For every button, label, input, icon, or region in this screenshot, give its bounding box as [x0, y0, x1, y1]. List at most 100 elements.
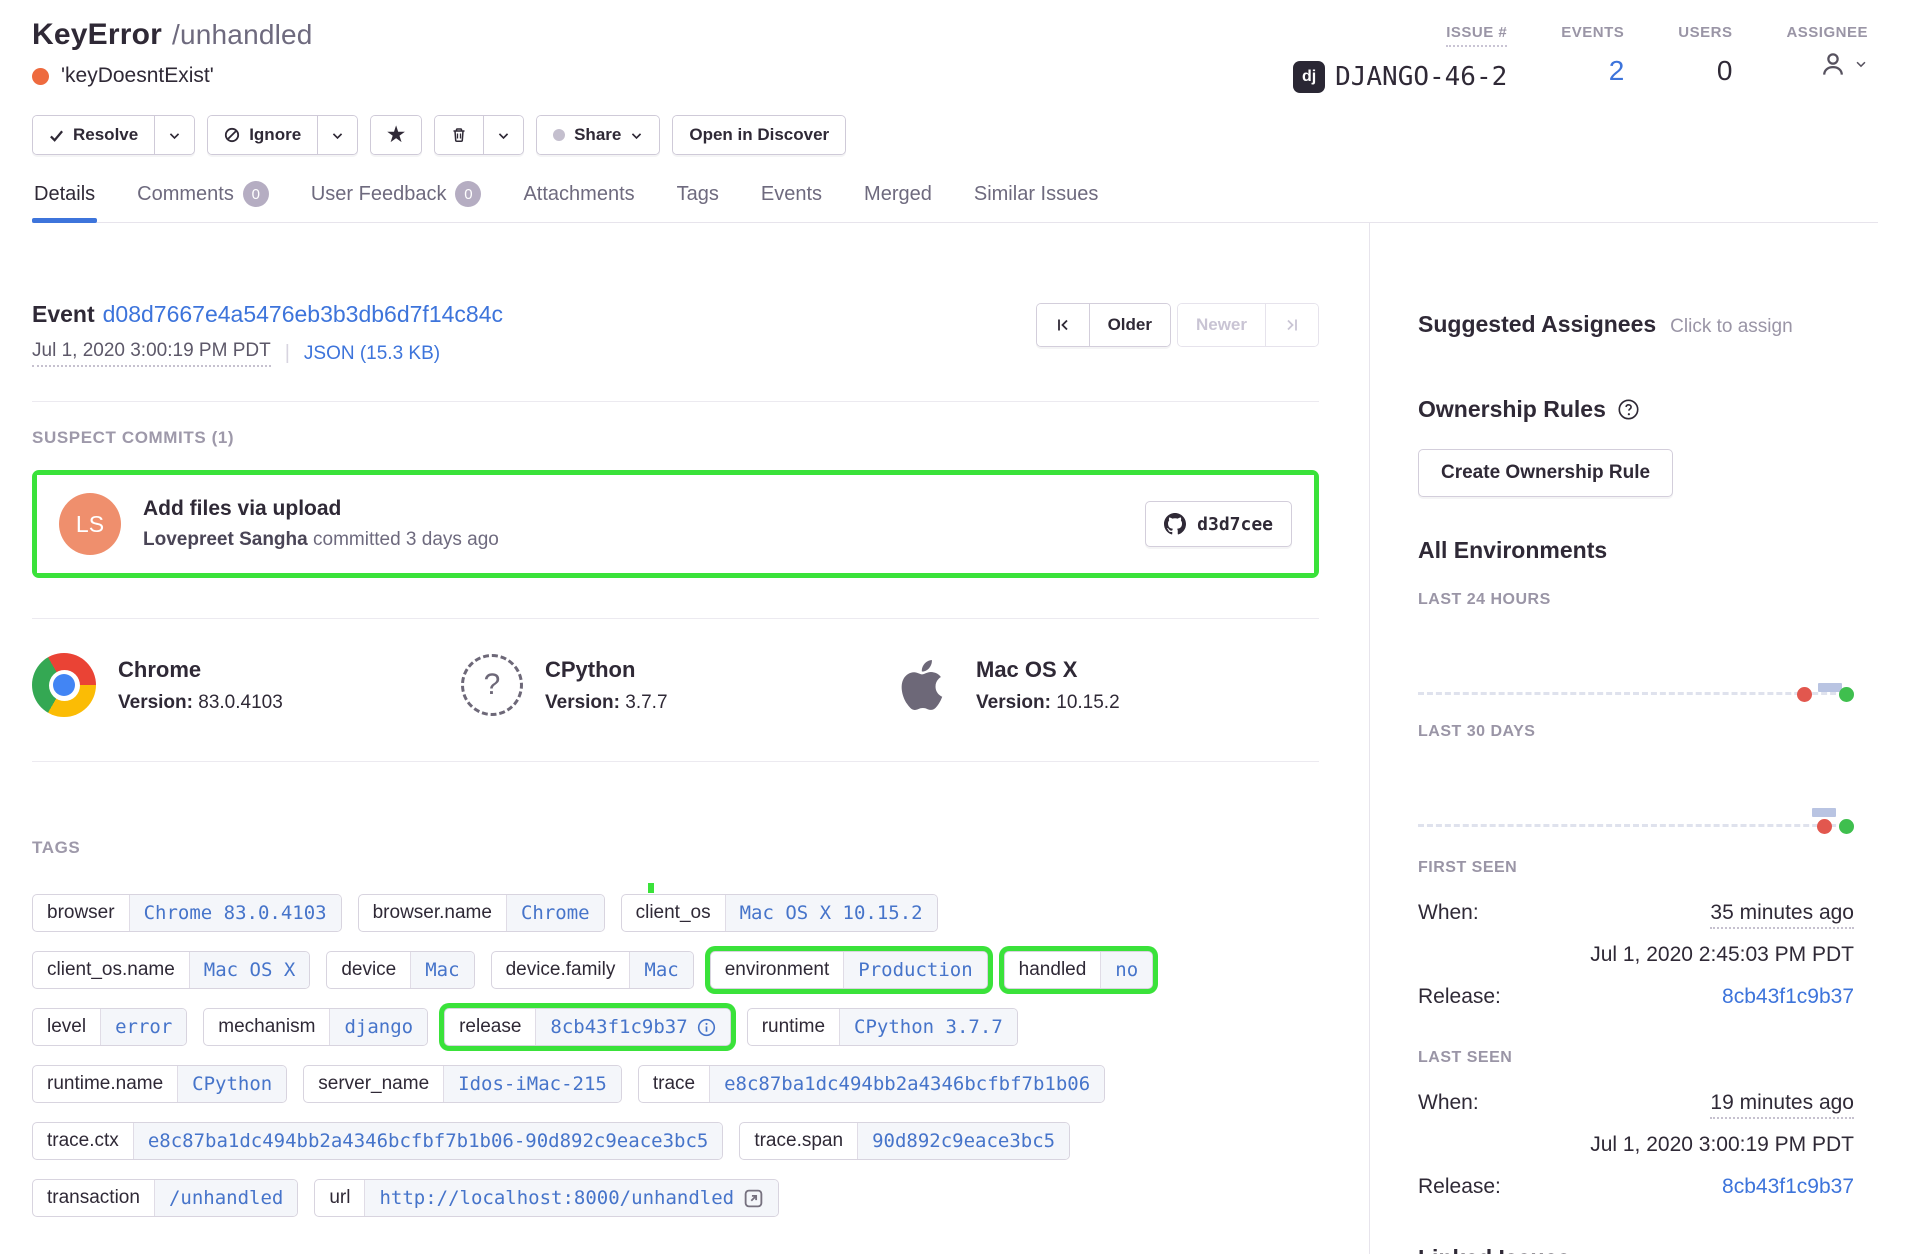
tab-details[interactable]: Details	[32, 181, 97, 222]
tag-value-link[interactable]: CPython 3.7.7	[839, 1009, 1017, 1045]
share-status-dot-icon	[553, 129, 565, 141]
tab-similar-issues[interactable]: Similar Issues	[972, 181, 1100, 222]
tag-value-link[interactable]: Idos-iMac-215	[443, 1066, 621, 1102]
issue-number-label: ISSUE #	[1446, 24, 1507, 47]
blue-bar-marker	[1812, 808, 1836, 817]
tag-value-link[interactable]: Mac	[410, 952, 473, 988]
tag-url: urlhttp://localhost:8000/unhandled	[314, 1179, 779, 1217]
issue-short-id: DJANGO-46-2	[1335, 62, 1507, 92]
skip-to-last-icon	[1284, 317, 1300, 333]
tab-events[interactable]: Events	[759, 181, 824, 222]
last-seen-release-link[interactable]: 8cb43f1c9b37	[1722, 1175, 1854, 1199]
github-icon	[1164, 513, 1186, 535]
delete-dropdown-button[interactable]	[483, 116, 523, 154]
event-details-panel: Event d08d7667e4a5476eb3b3db6d7f14c84c Ju…	[0, 223, 1370, 1254]
tag-trace-ctx: trace.ctxe8c87ba1dc494bb2a4346bcfbf7b1b0…	[32, 1122, 723, 1160]
tag-value-link[interactable]: Mac OS X 10.15.2	[725, 895, 937, 931]
tag-value-link[interactable]: 8cb43f1c9b37	[535, 1009, 729, 1045]
tag-value-link[interactable]: 90d892c9eace3bc5	[857, 1123, 1069, 1159]
mute-icon	[224, 127, 240, 143]
red-dot-marker	[1817, 819, 1832, 834]
unknown-runtime-icon: ?	[461, 654, 523, 716]
commit-meta: committed 3 days ago	[308, 529, 499, 550]
resolve-dropdown-button[interactable]	[154, 116, 194, 154]
tag-device-family: device.familyMac	[491, 951, 694, 989]
context-name: CPython	[545, 657, 668, 683]
tag-value-link[interactable]: Chrome	[506, 895, 604, 931]
chevron-down-icon	[630, 129, 643, 142]
context-os: Mac OS X Version: 10.15.2	[890, 653, 1319, 717]
create-ownership-rule-button[interactable]: Create Ownership Rule	[1418, 449, 1673, 497]
tag-value-link[interactable]: e8c87ba1dc494bb2a4346bcfbf7b1b06-90d892c…	[133, 1123, 723, 1159]
assignee-label: ASSIGNEE	[1786, 24, 1868, 41]
tab-merged[interactable]: Merged	[862, 181, 934, 222]
tag-value-link[interactable]: error	[100, 1009, 186, 1045]
tag-environment: environmentProduction	[710, 951, 988, 989]
tab-tags[interactable]: Tags	[675, 181, 721, 222]
tag-value-link[interactable]: /unhandled	[154, 1180, 297, 1216]
django-project-icon: dj	[1293, 61, 1325, 93]
share-button[interactable]: Share	[537, 116, 659, 154]
tag-browser-name: browser.nameChrome	[358, 894, 605, 932]
event-header: Event d08d7667e4a5476eb3b3db6d7f14c84c Ju…	[32, 223, 1319, 402]
tag-runtime-name: runtime.nameCPython	[32, 1065, 287, 1103]
resolve-button[interactable]: Resolve	[33, 116, 154, 154]
click-to-assign-hint[interactable]: Click to assign	[1670, 316, 1793, 338]
context-runtime: ? CPython Version: 3.7.7	[461, 653, 890, 717]
first-event-button[interactable]	[1037, 304, 1089, 346]
issue-culprit-path: /unhandled	[172, 19, 313, 50]
tag-value-link[interactable]: no	[1100, 952, 1152, 988]
event-json-link[interactable]: JSON (15.3 KB)	[304, 343, 440, 365]
commit-sha-button[interactable]: d3d7cee	[1145, 501, 1292, 547]
tag-value-link[interactable]: http://localhost:8000/unhandled	[364, 1180, 778, 1216]
older-event-button[interactable]: Older	[1089, 304, 1170, 346]
suggested-assignees-heading: Suggested Assignees	[1418, 311, 1656, 338]
when-label: When:	[1418, 1091, 1479, 1115]
skip-to-first-icon	[1055, 317, 1071, 333]
when-label: When:	[1418, 901, 1479, 925]
ignore-dropdown-button[interactable]	[317, 116, 357, 154]
assignee-dropdown[interactable]	[1818, 49, 1868, 79]
tag-device: deviceMac	[326, 951, 474, 989]
delete-button[interactable]	[435, 116, 483, 154]
avatar: LS	[59, 493, 121, 555]
tag-value-link[interactable]: Mac OS X	[189, 952, 310, 988]
ignore-button[interactable]: Ignore	[208, 116, 317, 154]
all-environments-heading: All Environments	[1418, 537, 1854, 564]
event-label: Event	[32, 301, 95, 327]
feedback-count-badge: 0	[455, 181, 481, 207]
tab-comments[interactable]: Comments0	[135, 181, 271, 222]
open-in-discover-button[interactable]: Open in Discover	[673, 116, 845, 154]
tag-trace-span: trace.span90d892c9eace3bc5	[739, 1122, 1070, 1160]
chevron-down-icon	[168, 129, 181, 142]
help-circle-icon[interactable]	[1617, 398, 1640, 421]
issue-header: KeyError/unhandled 'keyDoesntExist' ISSU…	[0, 0, 1910, 223]
tag-value-link[interactable]: Mac	[629, 952, 692, 988]
chevron-down-icon	[1854, 57, 1868, 71]
tag-value-link[interactable]: Chrome 83.0.4103	[129, 895, 341, 931]
commit-author: Lovepreet Sangha	[143, 529, 308, 550]
commit-message: Add files via upload	[143, 497, 499, 521]
ownership-rules-heading: Ownership Rules	[1418, 396, 1606, 423]
tag-value-link[interactable]: CPython	[177, 1066, 286, 1102]
events-count[interactable]: 2	[1609, 55, 1625, 87]
event-datetime: Jul 1, 2020 3:00:19 PM PDT	[32, 340, 271, 367]
tag-value-link[interactable]: e8c87ba1dc494bb2a4346bcfbf7b1b06	[709, 1066, 1104, 1102]
tag-value-link[interactable]: django	[329, 1009, 427, 1045]
tag-value-link[interactable]: Production	[843, 952, 986, 988]
event-id-link[interactable]: d08d7667e4a5476eb3b3db6d7f14c84c	[103, 301, 503, 327]
tag-level: levelerror	[32, 1008, 187, 1046]
context-version: 83.0.4103	[198, 692, 283, 713]
last-seen-datetime: Jul 1, 2020 3:00:19 PM PDT	[1418, 1133, 1854, 1157]
bookmark-star-button[interactable]: ★	[371, 116, 421, 154]
info-icon[interactable]	[697, 1018, 716, 1037]
tag-transaction: transaction/unhandled	[32, 1179, 298, 1217]
tag-mechanism: mechanismdjango	[203, 1008, 428, 1046]
tab-attachments[interactable]: Attachments	[521, 181, 636, 222]
first-seen-release-link[interactable]: 8cb43f1c9b37	[1722, 985, 1854, 1009]
suspect-commits-section: SUSPECT COMMITS (1) LS Add files via upl…	[32, 428, 1319, 619]
users-count[interactable]: 0	[1717, 55, 1733, 87]
context-version: 3.7.7	[625, 692, 667, 713]
external-link-icon[interactable]	[743, 1188, 764, 1209]
tab-user-feedback[interactable]: User Feedback0	[309, 181, 484, 222]
